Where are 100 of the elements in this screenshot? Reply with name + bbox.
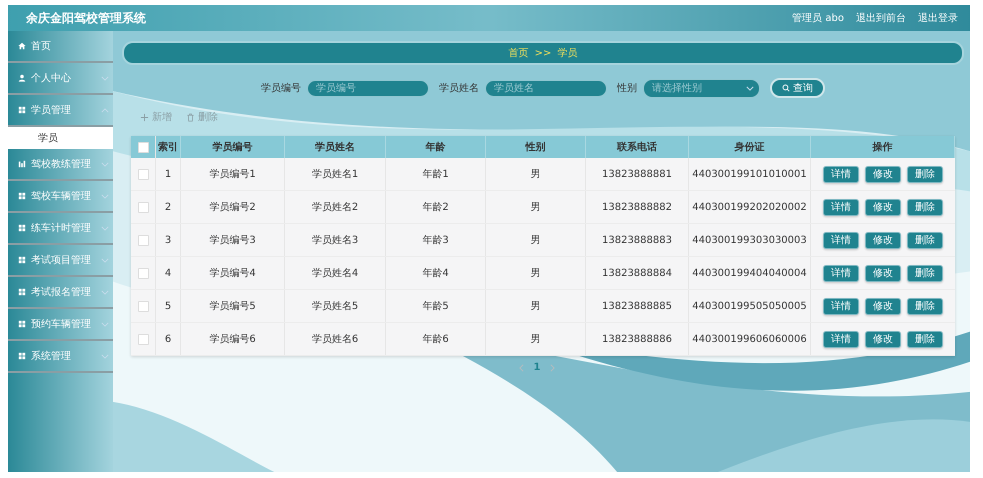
sidebar-subitem[interactable]: 学员	[8, 127, 113, 149]
gender-select[interactable]: 请选择性别	[643, 78, 760, 98]
row-checkbox[interactable]	[138, 234, 148, 246]
table-cell: 440300199303030003	[689, 224, 811, 256]
row-checkbox[interactable]	[138, 300, 148, 312]
chevron-icon	[101, 354, 109, 358]
row-action-button[interactable]: 删除	[907, 166, 943, 182]
table-cell: 440300199606060006	[689, 323, 811, 355]
header-link[interactable]: 管理员 abo	[792, 11, 844, 25]
bar-chart-icon	[18, 160, 26, 168]
row-checkbox[interactable]	[138, 268, 148, 278]
chevron-icon	[101, 290, 109, 294]
table-cell: 4	[156, 257, 181, 289]
grid-icon	[18, 352, 26, 360]
table-cell: 440300199404040004	[689, 257, 811, 289]
table-cell: 6	[156, 323, 181, 355]
chevron-icon	[101, 76, 109, 80]
table-cell: 13823888881	[586, 158, 689, 190]
table-cell: 学员姓名4	[285, 257, 386, 289]
table-cell: 3	[156, 224, 181, 256]
column-header: 操作	[811, 136, 955, 158]
table-cell: 男	[486, 257, 586, 289]
row-action-button[interactable]: 修改	[865, 264, 901, 282]
table-cell: 年龄6	[386, 323, 486, 355]
table-cell: 年龄1	[386, 158, 486, 190]
table-cell: 学员编号1	[181, 158, 285, 190]
row-action-button[interactable]: 删除	[907, 298, 943, 314]
column-header: 年龄	[386, 136, 486, 158]
plus-icon	[140, 112, 149, 122]
column-header: 联系电话	[586, 136, 689, 158]
table-cell: 学员姓名2	[285, 191, 386, 223]
table-cell: 学员姓名5	[285, 290, 386, 322]
row-action-button[interactable]: 修改	[865, 330, 901, 348]
table-cell: 学员姓名3	[285, 224, 386, 256]
chevron-icon	[101, 108, 109, 112]
row-action-button[interactable]: 删除	[907, 264, 943, 282]
header-link[interactable]: 退出到前台	[856, 11, 906, 25]
table-cell: 学员编号5	[181, 290, 285, 322]
user-icon	[18, 74, 26, 82]
table-cell: 440300199505050005	[689, 290, 811, 322]
row-action-button[interactable]: 修改	[865, 232, 901, 248]
search-icon	[782, 84, 790, 92]
row-action-button[interactable]: 详情	[823, 166, 859, 182]
table-cell: 13823888882	[586, 191, 689, 223]
table-cell: 年龄4	[386, 257, 486, 289]
home-icon	[18, 42, 26, 50]
row-checkbox[interactable]	[138, 168, 148, 180]
chevron-icon	[101, 194, 109, 198]
row-action-button[interactable]: 修改	[865, 298, 901, 314]
table-cell: 男	[486, 158, 586, 190]
select-all-checkbox[interactable]	[138, 142, 148, 152]
table-cell: 年龄2	[386, 191, 486, 223]
row-checkbox[interactable]	[138, 202, 148, 212]
table-cell: 学员编号2	[181, 191, 285, 223]
search-button[interactable]: 查询	[770, 78, 825, 98]
header-link[interactable]: 退出登录	[918, 11, 958, 25]
field-label: 学员编号	[261, 82, 301, 95]
row-action-button[interactable]: 详情	[823, 330, 859, 348]
row-action-button[interactable]: 删除	[907, 198, 943, 216]
table-cell: 13823888885	[586, 290, 689, 322]
breadcrumb-link[interactable]: 首页	[508, 46, 529, 60]
table-cell: 1	[156, 158, 181, 190]
chevron-icon	[101, 322, 109, 326]
search-field[interactable]: 学员姓名	[485, 80, 607, 96]
row-action-button[interactable]: 详情	[823, 264, 859, 282]
chevron-icon	[746, 86, 754, 90]
search-field[interactable]: 学员编号	[307, 80, 429, 96]
row-action-button[interactable]: 删除	[907, 330, 943, 348]
column-header: 身份证	[689, 136, 811, 158]
field-label: 学员姓名	[439, 82, 479, 95]
app-title: 余庆金阳驾校管理系统	[26, 10, 146, 26]
grid-icon	[18, 320, 26, 328]
table-cell: 学员编号6	[181, 323, 285, 355]
row-action-button[interactable]: 详情	[823, 198, 859, 216]
table-cell: 男	[486, 323, 586, 355]
column-header: 索引	[156, 136, 181, 158]
previous-page-icon[interactable]	[518, 364, 524, 372]
row-checkbox[interactable]	[138, 334, 148, 344]
grid-icon	[18, 224, 26, 232]
table-cell: 440300199202020002	[689, 191, 811, 223]
table-cell: 学员编号3	[181, 224, 285, 256]
column-header: 学员编号	[181, 136, 285, 158]
table-cell: 年龄3	[386, 224, 486, 256]
table-cell: 2	[156, 191, 181, 223]
chevron-icon	[101, 162, 109, 166]
table-cell: 5	[156, 290, 181, 322]
table-cell: 学员姓名6	[285, 323, 386, 355]
row-action-button[interactable]: 详情	[823, 298, 859, 314]
row-action-button[interactable]: 修改	[865, 198, 901, 216]
table-cell: 男	[486, 191, 586, 223]
breadcrumb-link[interactable]: 学员	[557, 46, 578, 60]
next-page-icon[interactable]	[550, 364, 556, 372]
row-action-button[interactable]: 修改	[865, 166, 901, 182]
table-cell: 男	[486, 290, 586, 322]
grid-icon	[18, 192, 26, 200]
column-header: 学员姓名	[285, 136, 386, 158]
row-action-button[interactable]: 删除	[907, 232, 943, 248]
chevron-icon	[101, 258, 109, 262]
row-action-button[interactable]: 详情	[823, 232, 859, 248]
grid-icon	[18, 256, 26, 264]
